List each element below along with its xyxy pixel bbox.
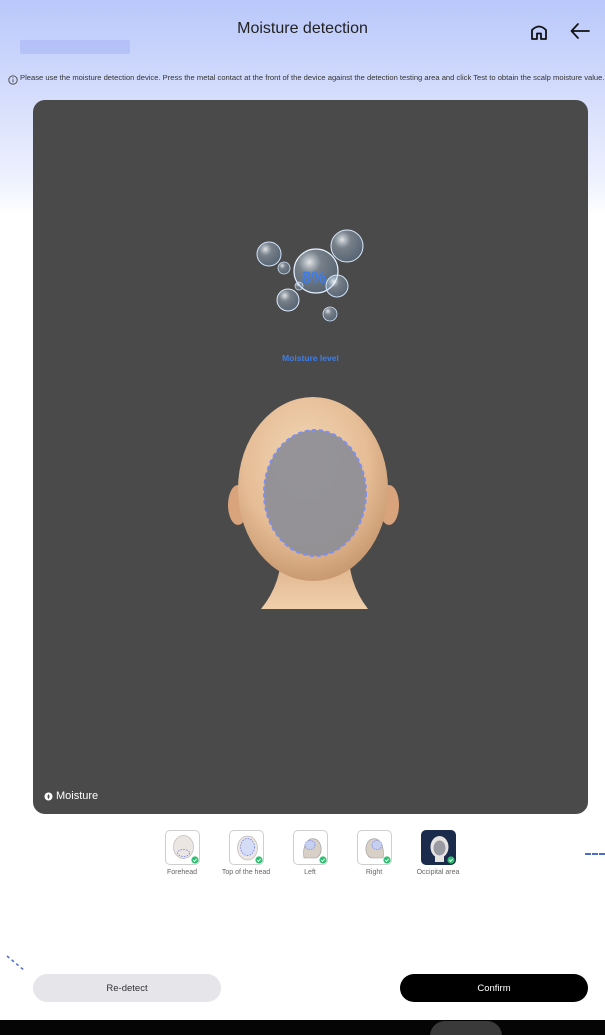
- decorative-dash-left: [6, 955, 26, 972]
- area-top-of-head[interactable]: Top of the head: [214, 830, 278, 877]
- arrow-left-icon: [570, 23, 590, 39]
- area-label: Forehead: [167, 869, 197, 876]
- area-forehead[interactable]: Forehead: [150, 830, 214, 877]
- right-head-icon: [365, 838, 391, 864]
- area-label: Right: [365, 869, 383, 876]
- system-nav-bar: [0, 1020, 605, 1035]
- info-circle-icon: [8, 75, 18, 85]
- left-head-icon: [302, 838, 327, 864]
- moisture-value: 8%: [301, 268, 327, 287]
- nav-home-pill[interactable]: [430, 1021, 502, 1035]
- instruction-label: Please use the moisture detection device…: [20, 73, 605, 82]
- legend-label: Moisture: [56, 790, 99, 802]
- page-title: Moisture detection: [237, 20, 368, 37]
- back-button[interactable]: [568, 20, 592, 42]
- confirm-button[interactable]: Confirm: [400, 974, 588, 1002]
- area-selector: Forehead Top of the head Left Right Occi…: [150, 830, 470, 900]
- instruction-text: Please use the moisture detection device…: [8, 73, 605, 85]
- status-bar-blur: [20, 40, 130, 54]
- area-occipital[interactable]: Occipital area: [406, 830, 470, 877]
- forehead-head-icon: [172, 835, 199, 864]
- moisture-legend-icon: [44, 792, 53, 800]
- legend: Moisture: [44, 790, 98, 802]
- area-label: Left: [304, 869, 316, 876]
- home-icon: [531, 25, 547, 40]
- top-head-icon: [236, 835, 263, 864]
- area-label: Occipital area: [416, 869, 460, 876]
- moisture-level-label: Moisture level: [282, 353, 339, 363]
- area-label: Top of the head: [221, 869, 271, 876]
- decorative-dash-right: [585, 853, 605, 855]
- head-back-illustration: [228, 397, 399, 609]
- redetect-button[interactable]: Re-detect: [33, 974, 221, 1002]
- detection-panel: 8% Moisture level Moisture: [33, 100, 588, 814]
- area-right[interactable]: Right: [342, 830, 406, 877]
- home-button[interactable]: [528, 20, 550, 42]
- occipital-head-icon: [430, 836, 455, 864]
- area-left[interactable]: Left: [278, 830, 342, 877]
- top-bar: Moisture detection: [0, 0, 605, 60]
